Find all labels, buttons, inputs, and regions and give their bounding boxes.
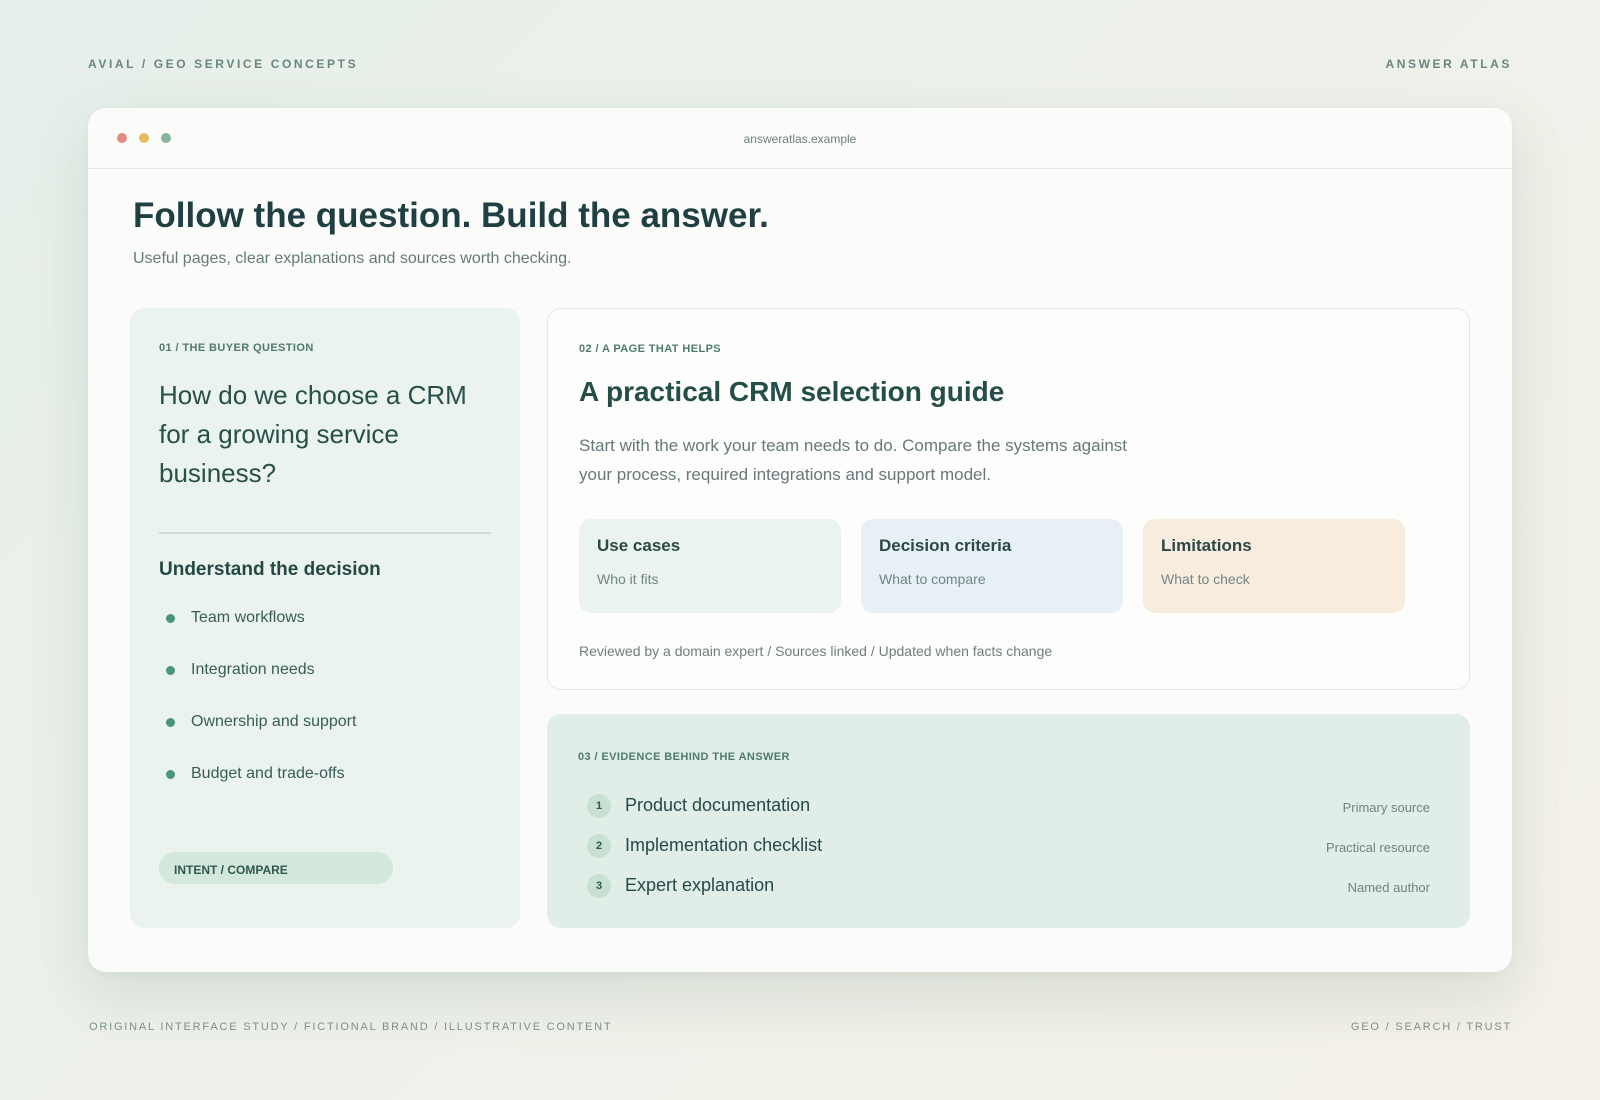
review-footnote: Reviewed by a domain expert / Sources li…	[579, 643, 1053, 659]
evidence-title: Product documentation	[625, 795, 811, 815]
page-subtitle: Useful pages, clear explanations and sou…	[133, 250, 572, 267]
evidence-number-badge: 3	[587, 874, 611, 898]
address-bar-url[interactable]: answeratlas.example	[88, 132, 1512, 146]
evidence-title: Implementation checklist	[625, 835, 823, 855]
evidence-list: 1 Product documentation Primary source 2…	[587, 794, 1430, 914]
bullet-dot-icon	[166, 614, 175, 623]
card-title: Decision criteria	[879, 536, 1012, 555]
buyer-question-eyebrow: 01 / THE BUYER QUESTION	[159, 342, 314, 354]
card-subtitle: What to check	[1161, 571, 1250, 587]
card-title: Use cases	[597, 536, 681, 555]
evidence-row[interactable]: 3 Expert explanation Named author	[587, 874, 1430, 914]
list-item: Ownership and support	[166, 713, 356, 765]
footer-tags: GEO / SEARCH / TRUST	[1350, 1021, 1512, 1033]
evidence-eyebrow: 03 / EVIDENCE BEHIND THE ANSWER	[578, 751, 790, 763]
guide-description: Start with the work your team needs to d…	[579, 436, 1128, 484]
list-item: Budget and trade-offs	[166, 765, 356, 817]
list-item: Integration needs	[166, 661, 356, 713]
evidence-row[interactable]: 1 Product documentation Primary source	[587, 794, 1430, 834]
bullet-dot-icon	[166, 666, 175, 675]
decision-factor-list: Team workflows Integration needs Ownersh…	[166, 609, 356, 817]
evidence-tag: Practical resource	[1325, 840, 1430, 855]
intent-badge: INTENT / COMPARE	[159, 852, 393, 884]
evidence-title: Expert explanation	[625, 875, 775, 895]
buyer-question-text: How do we choose a CRM for a growing ser…	[159, 380, 467, 488]
evidence-tag: Primary source	[1342, 800, 1430, 815]
evidence-number-badge: 1	[587, 794, 611, 818]
brand-breadcrumb: AVIAL / GEO SERVICE CONCEPTS	[88, 57, 359, 71]
evidence-number-badge: 2	[587, 834, 611, 858]
guide-eyebrow: 02 / A PAGE THAT HELPS	[579, 343, 722, 355]
buyer-question-panel: 01 / THE BUYER QUESTION How do we choose…	[130, 308, 520, 928]
selection-guide-panel: 02 / A PAGE THAT HELPS A practical CRM s…	[547, 308, 1470, 690]
list-item-label: Integration needs	[191, 661, 315, 678]
card-subtitle: Who it fits	[597, 571, 659, 587]
decision-section-title: Understand the decision	[159, 559, 381, 580]
window-titlebar: answeratlas.example	[88, 108, 1512, 169]
list-item-label: Team workflows	[191, 609, 305, 626]
card-subtitle: What to compare	[879, 571, 986, 587]
page-title: Follow the question. Build the answer.	[133, 196, 769, 235]
evidence-tag: Named author	[1347, 880, 1430, 895]
list-item-label: Budget and trade-offs	[191, 765, 345, 782]
footer-caption: ORIGINAL INTERFACE STUDY / FICTIONAL BRA…	[89, 1021, 613, 1033]
evidence-panel: 03 / EVIDENCE BEHIND THE ANSWER 1 Produc…	[547, 714, 1470, 928]
list-item: Team workflows	[166, 609, 356, 661]
list-item-label: Ownership and support	[191, 713, 357, 730]
guide-title: A practical CRM selection guide	[579, 376, 1005, 407]
limitations-card[interactable]: Limitations What to check	[1143, 519, 1405, 613]
card-title: Limitations	[1161, 536, 1252, 555]
bullet-dot-icon	[166, 770, 175, 779]
evidence-row[interactable]: 2 Implementation checklist Practical res…	[587, 834, 1430, 874]
decision-criteria-card[interactable]: Decision criteria What to compare	[861, 519, 1123, 613]
brand-name: ANSWER ATLAS	[1385, 57, 1512, 71]
browser-window: answeratlas.example Follow the question.…	[88, 108, 1512, 972]
bullet-dot-icon	[166, 718, 175, 727]
guide-cards: Use cases Who it fits Decision criteria …	[579, 519, 1405, 613]
section-divider	[159, 532, 491, 534]
use-cases-card[interactable]: Use cases Who it fits	[579, 519, 841, 613]
